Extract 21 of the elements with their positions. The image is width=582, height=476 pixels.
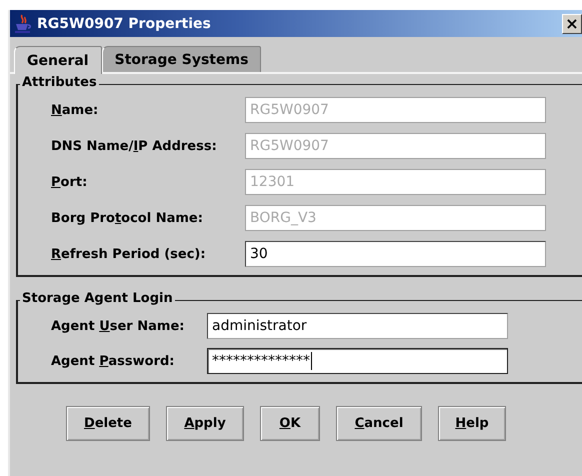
field-label: Borg Protocol Name: — [51, 210, 204, 226]
field-label: DNS Name/IP Address: — [51, 138, 218, 154]
field-label: Agent User Name: — [51, 318, 186, 334]
tab[interactable]: General — [14, 46, 102, 74]
dialog-button[interactable]: Cancel — [336, 406, 422, 441]
coffee-cup-icon — [13, 14, 33, 34]
tab[interactable]: Storage Systems — [102, 46, 262, 72]
dialog-button[interactable]: Apply — [166, 406, 244, 441]
dialog-button[interactable]: OK — [260, 406, 320, 441]
window-title: RG5W0907 Properties — [37, 16, 211, 32]
field-label: Port: — [51, 174, 88, 190]
dialog-button[interactable]: Help — [438, 406, 506, 441]
field-label: Agent Password: — [51, 354, 176, 368]
input-field[interactable]: 30 — [245, 241, 546, 267]
close-button[interactable]: × — [562, 14, 582, 34]
dialog-button[interactable]: Delete — [66, 406, 150, 441]
field-label: Refresh Period (sec): — [51, 246, 207, 262]
input-field[interactable]: ************** — [207, 348, 508, 374]
input-field[interactable]: administrator — [207, 313, 508, 339]
field-label: Name: — [51, 102, 100, 118]
group-title: Storage Agent Login — [20, 291, 175, 307]
